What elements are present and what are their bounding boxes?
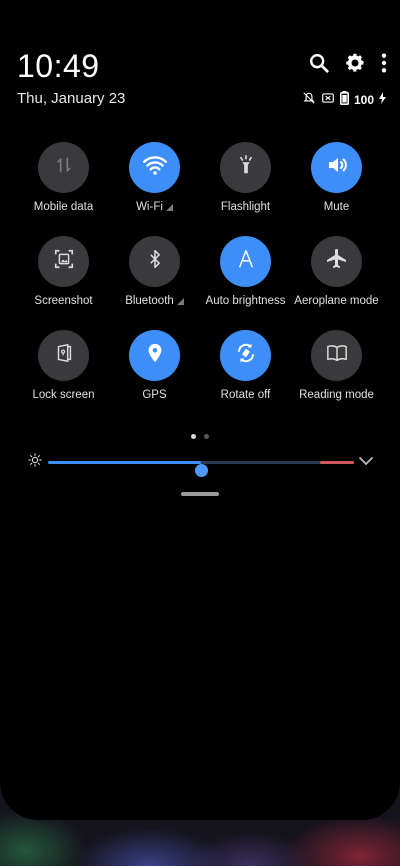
tile-mute-button[interactable] xyxy=(311,142,362,193)
lock-screen-icon xyxy=(53,342,75,369)
brightness-track[interactable] xyxy=(48,461,354,477)
tile-gps-button[interactable] xyxy=(129,330,180,381)
brightness-thumb[interactable] xyxy=(195,464,208,477)
tile-auto-brightness-button[interactable] xyxy=(220,236,271,287)
clock-time: 10:49 xyxy=(17,48,100,84)
tile-label: Reading mode xyxy=(299,389,374,401)
tile-label: Bluetooth xyxy=(125,295,174,307)
tile-label-row: Wi-Fi xyxy=(136,201,173,213)
signal-corner-icon xyxy=(176,297,184,305)
page-dot-1[interactable] xyxy=(191,434,196,439)
flashlight-icon xyxy=(235,154,257,181)
tile-label: Mobile data xyxy=(33,201,94,213)
brightness-fill xyxy=(48,461,201,464)
tile-aeroplane-mode[interactable]: Aeroplane mode xyxy=(291,236,382,307)
battery-icon xyxy=(339,91,349,108)
screenshot-icon xyxy=(53,248,75,275)
sun-icon xyxy=(28,453,42,472)
mute-status-icon xyxy=(302,91,316,108)
battery-level: 100 xyxy=(353,92,374,107)
brightness-high-zone xyxy=(320,461,354,464)
tile-screenshot-button[interactable] xyxy=(38,236,89,287)
tile-aeroplane-mode-button[interactable] xyxy=(311,236,362,287)
no-sim-icon xyxy=(321,91,335,108)
volume-icon xyxy=(325,153,349,182)
tile-label: Lock screen xyxy=(32,389,95,401)
tile-label: Auto brightness xyxy=(205,295,286,307)
search-icon[interactable] xyxy=(308,52,330,74)
clock-date: Thu, January 23 xyxy=(17,90,126,107)
tile-wifi[interactable]: Wi-Fi xyxy=(109,142,200,213)
quick-settings-panel: 10:49 Thu, January 23 100 Mobile data Wi… xyxy=(0,0,400,820)
tile-label: Flashlight xyxy=(220,201,271,213)
tile-label: Aeroplane mode xyxy=(294,295,379,307)
more-vert-icon[interactable] xyxy=(380,52,388,74)
location-pin-icon xyxy=(144,342,166,369)
tile-label: Mute xyxy=(323,201,350,213)
gear-icon[interactable] xyxy=(344,52,366,74)
tile-reading-mode[interactable]: Reading mode xyxy=(291,330,382,401)
rotate-icon xyxy=(234,341,258,370)
tile-label: GPS xyxy=(142,389,167,401)
tile-flashlight[interactable]: Flashlight xyxy=(200,142,291,213)
tile-bluetooth-button[interactable] xyxy=(129,236,180,287)
signal-corner-icon xyxy=(165,203,173,211)
wifi-icon xyxy=(142,152,168,183)
tile-reading-mode-button[interactable] xyxy=(311,330,362,381)
mobile-data-icon xyxy=(54,155,74,180)
tile-mobile-data[interactable]: Mobile data xyxy=(18,142,109,213)
tile-gps[interactable]: GPS xyxy=(109,330,200,401)
tile-label-row: Bluetooth xyxy=(125,295,184,307)
tile-mobile-data-button[interactable] xyxy=(38,142,89,193)
auto-brightness-icon xyxy=(235,248,257,275)
tile-rotate[interactable]: Rotate off xyxy=(200,330,291,401)
tile-auto-brightness[interactable]: Auto brightness xyxy=(200,236,291,307)
charging-icon xyxy=(379,92,386,107)
brightness-slider[interactable] xyxy=(28,452,374,477)
tile-mute[interactable]: Mute xyxy=(291,142,382,213)
tile-lock-screen-button[interactable] xyxy=(38,330,89,381)
tile-rotate-button[interactable] xyxy=(220,330,271,381)
tile-lock-screen[interactable]: Lock screen xyxy=(18,330,109,401)
header-actions xyxy=(308,52,388,74)
airplane-icon xyxy=(325,247,349,276)
page-indicator xyxy=(0,434,400,439)
page-dot-2[interactable] xyxy=(204,434,209,439)
quick-toggle-grid: Mobile data Wi-Fi Flashlight Mute Screen… xyxy=(18,142,382,401)
bluetooth-icon xyxy=(145,248,165,275)
tile-label: Screenshot xyxy=(34,295,93,307)
tile-wifi-button[interactable] xyxy=(129,142,180,193)
tile-label: Rotate off xyxy=(220,389,271,401)
tile-flashlight-button[interactable] xyxy=(220,142,271,193)
tile-label: Wi-Fi xyxy=(136,201,163,213)
tile-screenshot[interactable]: Screenshot xyxy=(18,236,109,307)
drag-handle[interactable] xyxy=(181,492,219,496)
tile-bluetooth[interactable]: Bluetooth xyxy=(109,236,200,307)
status-icons: 100 xyxy=(302,91,386,108)
chevron-down-icon[interactable] xyxy=(358,454,374,472)
book-icon xyxy=(325,342,349,369)
